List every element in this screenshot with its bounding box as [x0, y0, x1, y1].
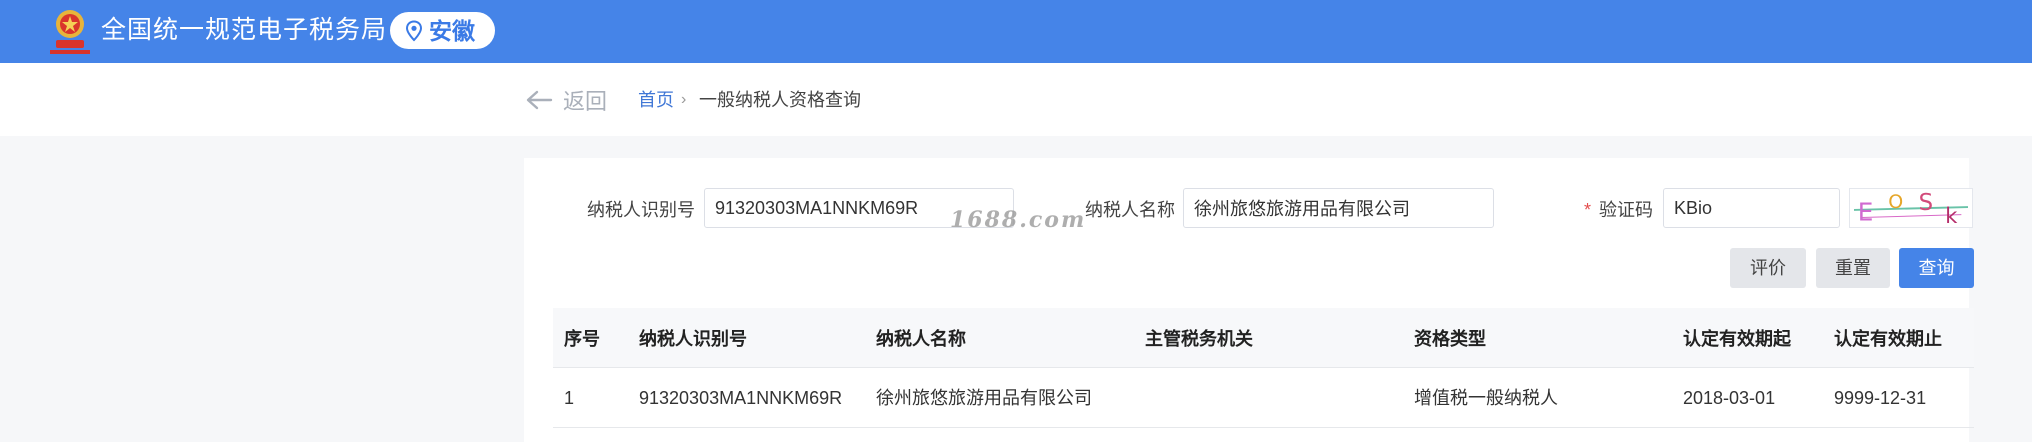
table-cell: 徐州旅悠旅游用品有限公司	[876, 388, 1092, 408]
captcha-label-wrap: * 验证码	[1584, 197, 1653, 223]
table-cell: 增值税一般纳税人	[1414, 388, 1558, 408]
location-pin-icon	[405, 19, 423, 41]
region-label: 安徽	[429, 17, 475, 44]
table-cell: 91320303MA1NNKM69R	[639, 388, 843, 408]
taxpayer-id-label: 纳税人识别号	[587, 200, 695, 220]
table-cell: 1	[564, 388, 575, 408]
captcha-input[interactable]	[1663, 188, 1840, 228]
column-header: 认定有效期止	[1834, 329, 1942, 349]
captcha-label: 验证码	[1599, 200, 1654, 220]
tax-emblem-icon	[50, 10, 90, 54]
back-label: 返回	[563, 89, 608, 114]
column-header: 认定有效期起	[1683, 329, 1791, 349]
captcha-char: E	[1858, 197, 1874, 226]
captcha-char: k	[1945, 204, 1958, 228]
column-header: 序号	[564, 329, 600, 349]
back-button[interactable]: 返回	[525, 84, 607, 116]
taxpayer-name-label: 纳税人名称	[1085, 200, 1175, 220]
column-header: 纳税人名称	[876, 329, 966, 349]
captcha-char: S	[1919, 190, 1933, 216]
reset-button[interactable]: 重置	[1816, 248, 1890, 288]
column-header: 资格类型	[1414, 329, 1486, 349]
arrow-left-icon	[526, 90, 553, 110]
breadcrumb-separator: ›	[681, 91, 687, 108]
site-title: 全国统一规范电子税务局	[101, 16, 388, 44]
taxpayer-name-input[interactable]	[1183, 188, 1494, 228]
region-switcher[interactable]: 安徽	[390, 12, 495, 49]
breadcrumb-bar	[0, 63, 2032, 136]
table-cell: 2018-03-01	[1683, 388, 1776, 408]
column-header: 主管税务机关	[1145, 329, 1253, 349]
column-header: 纳税人识别号	[639, 329, 747, 349]
query-button[interactable]: 查询	[1899, 248, 1974, 288]
required-mark: *	[1584, 200, 1592, 220]
breadcrumb-current: 一般纳税人资格查询	[699, 90, 861, 110]
captcha-image[interactable]: E O S k	[1849, 188, 1973, 228]
table-cell: 9999-12-31	[1834, 388, 1927, 408]
evaluate-button[interactable]: 评价	[1730, 248, 1806, 288]
breadcrumb-home-link[interactable]: 首页	[638, 87, 674, 113]
watermark: 1688.com	[950, 207, 1087, 233]
captcha-char: O	[1888, 191, 1903, 213]
